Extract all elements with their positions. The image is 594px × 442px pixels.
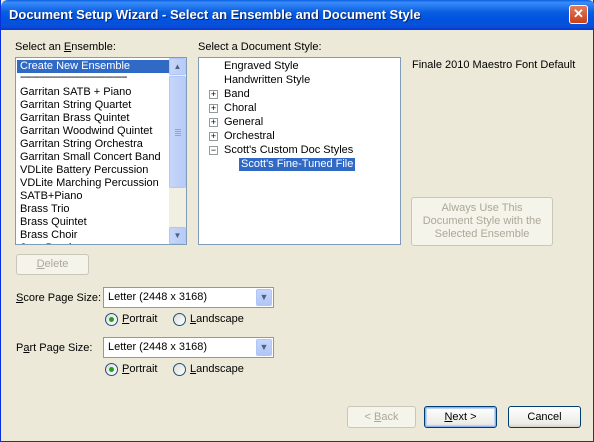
ensemble-list-item[interactable]: Brass Trio xyxy=(17,203,169,216)
scroll-down-button[interactable]: ▼ xyxy=(169,227,186,244)
collapse-icon[interactable]: − xyxy=(209,146,218,155)
window-title: Document Setup Wizard - Select an Ensemb… xyxy=(9,7,421,22)
close-button[interactable]: ✕ xyxy=(569,5,588,24)
document-style-label: Select a Document Style: xyxy=(198,41,322,53)
radio-selected-dot xyxy=(109,367,114,372)
ensemble-list-item[interactable]: Brass Choir xyxy=(17,229,169,242)
scroll-up-button[interactable]: ▲ xyxy=(169,58,186,75)
part-page-size-select[interactable]: Letter (2448 x 3168) ▼ xyxy=(103,337,274,358)
expand-icon[interactable]: + xyxy=(209,90,218,99)
score-landscape-radio[interactable] xyxy=(173,313,186,326)
chevron-up-icon: ▲ xyxy=(173,62,182,71)
list-separator: ---------------------------------------- xyxy=(20,73,128,83)
document-style-tree[interactable]: Engraved Style Handwritten Style + Band + Cho… xyxy=(198,57,401,245)
tree-item[interactable]: General xyxy=(224,116,263,129)
expand-icon[interactable]: + xyxy=(209,132,218,141)
score-page-size-label: Score Page Size: xyxy=(16,292,101,304)
part-portrait-radio[interactable] xyxy=(105,363,118,376)
score-portrait-label[interactable]: Portrait xyxy=(122,313,157,325)
ensemble-scrollbar[interactable]: ▲ ▼ xyxy=(169,58,186,244)
ensemble-listbox[interactable]: Create New Ensemble ---------------------… xyxy=(15,57,187,245)
ensemble-list-item[interactable]: Garritan Woodwind Quintet xyxy=(17,125,169,138)
tree-item[interactable]: Handwritten Style xyxy=(224,74,310,87)
ensemble-list-item[interactable]: Garritan String Quartet xyxy=(17,99,169,112)
cancel-button[interactable]: Cancel xyxy=(508,406,581,428)
tree-item[interactable]: Orchestral xyxy=(224,130,275,143)
ensemble-list-item[interactable]: SATB+Piano xyxy=(17,190,169,203)
expand-icon[interactable]: + xyxy=(209,118,218,127)
chevron-down-icon[interactable]: ▼ xyxy=(256,289,272,306)
grip-line xyxy=(175,131,181,132)
document-setup-wizard-window: Document Setup Wizard - Select an Ensemb… xyxy=(0,0,594,442)
expand-icon[interactable]: + xyxy=(209,104,218,113)
grip-line xyxy=(175,133,181,134)
grip-line xyxy=(175,135,181,136)
chevron-down-icon[interactable]: ▼ xyxy=(256,339,272,356)
chevron-down-icon: ▼ xyxy=(173,231,182,240)
title-bar[interactable]: Document Setup Wizard - Select an Ensemb… xyxy=(1,0,594,30)
next-button[interactable]: Next > xyxy=(424,406,497,428)
score-page-size-value: Letter (2448 x 3168) xyxy=(108,291,208,303)
ensemble-list-item[interactable]: Brass Quintet xyxy=(17,216,169,229)
scroll-thumb[interactable] xyxy=(169,76,186,188)
always-use-style-button[interactable]: Always Use This Document Style with the … xyxy=(411,197,553,246)
ensemble-list-item[interactable]: Jazz Band xyxy=(17,242,169,244)
font-info-text: Finale 2010 Maestro Font Default xyxy=(412,59,576,71)
grip-line xyxy=(175,129,181,130)
part-page-size-label: Part Page Size: xyxy=(16,342,93,354)
tree-items: Engraved Style Handwritten Style + Band + Cho… xyxy=(199,58,400,244)
part-page-size-value: Letter (2448 x 3168) xyxy=(108,341,208,353)
tree-item[interactable]: Band xyxy=(224,88,250,101)
ensemble-items: Create New Ensemble ---------------------… xyxy=(17,60,169,244)
ensemble-list-item[interactable]: VDLite Battery Percussion xyxy=(17,164,169,177)
part-landscape-radio[interactable] xyxy=(173,363,186,376)
part-landscape-label[interactable]: Landscape xyxy=(190,363,244,375)
tree-item[interactable]: Choral xyxy=(224,102,256,115)
score-landscape-label[interactable]: Landscape xyxy=(190,313,244,325)
tree-item[interactable]: Scott's Custom Doc Styles xyxy=(224,144,353,157)
ensemble-list-item[interactable]: Garritan Brass Quintet xyxy=(17,112,169,125)
back-button[interactable]: < Back xyxy=(347,406,416,428)
ensemble-list-item[interactable]: Garritan String Orchestra xyxy=(17,138,169,151)
part-portrait-label[interactable]: Portrait xyxy=(122,363,157,375)
radio-selected-dot xyxy=(109,317,114,322)
ensemble-list-item[interactable]: Garritan SATB + Piano xyxy=(17,86,169,99)
tree-item[interactable]: Scott's Fine-Tuned File xyxy=(239,158,356,171)
score-page-size-select[interactable]: Letter (2448 x 3168) ▼ xyxy=(103,287,274,308)
ensemble-list-item[interactable]: Create New Ensemble xyxy=(17,60,169,73)
tree-item[interactable]: Engraved Style xyxy=(224,60,299,73)
delete-button[interactable]: Delete xyxy=(16,254,89,275)
score-portrait-radio[interactable] xyxy=(105,313,118,326)
ensemble-list-item[interactable]: VDLite Marching Percussion xyxy=(17,177,169,190)
ensemble-list-item[interactable]: Garritan Small Concert Band xyxy=(17,151,169,164)
ensemble-label: Select an Ensemble: xyxy=(15,41,116,53)
